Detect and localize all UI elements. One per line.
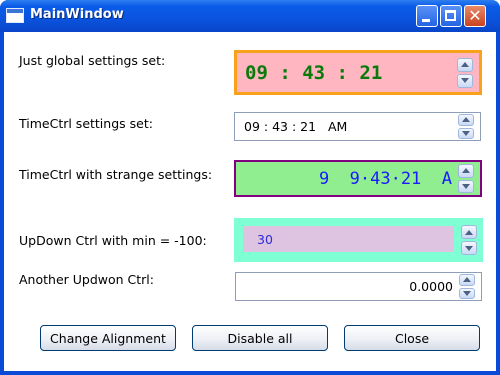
time-value[interactable]: 9 9·43·21 A — [319, 162, 452, 195]
maximize-icon — [445, 10, 456, 21]
window-content: Just global settings set: 09 : 43 : 21 T… — [4, 32, 496, 371]
main-window: MainWindow ✕ Just global settings set: 0… — [0, 0, 500, 375]
chevron-down-icon — [461, 78, 469, 83]
spin-down-button[interactable] — [457, 73, 473, 88]
minimize-icon — [422, 19, 430, 22]
minimize-button[interactable] — [416, 5, 438, 27]
spinner — [461, 224, 479, 256]
chevron-up-icon — [462, 168, 470, 174]
number-value[interactable]: 30 — [257, 226, 273, 252]
time-value[interactable]: 09 : 43 : 21 AM — [244, 113, 347, 140]
spin-down-button[interactable] — [458, 127, 474, 139]
spinner — [459, 274, 477, 299]
chevron-up-icon — [463, 277, 471, 283]
updown-ctrl-min[interactable]: 30 — [234, 218, 483, 262]
label-another-updown: Another Updwon Ctrl: — [19, 272, 154, 287]
updown-ctrl-another[interactable]: 0.0000 — [235, 272, 482, 301]
spin-down-button[interactable] — [461, 241, 477, 255]
spin-up-button[interactable] — [457, 57, 473, 72]
label-timectrl-settings: TimeCtrl settings set: — [19, 116, 153, 131]
window-icon — [6, 8, 24, 23]
spinner — [458, 164, 476, 193]
updown-input-area[interactable]: 30 — [243, 226, 454, 252]
chevron-up-icon — [462, 117, 470, 123]
spin-up-button[interactable] — [458, 164, 474, 178]
close-button[interactable]: Close — [344, 325, 480, 351]
time-value[interactable]: 09 : 43 : 21 — [245, 53, 382, 92]
label-updown-min: UpDown Ctrl with min = -100: — [19, 233, 207, 248]
chevron-down-icon — [462, 130, 470, 136]
chevron-down-icon — [465, 245, 473, 251]
spin-down-button[interactable] — [458, 179, 474, 193]
chevron-up-icon — [465, 229, 473, 235]
change-alignment-button[interactable]: Change Alignment — [40, 325, 176, 351]
time-ctrl-global[interactable]: 09 : 43 : 21 — [234, 50, 482, 95]
chevron-up-icon — [461, 62, 469, 67]
window-title: MainWindow — [30, 7, 124, 22]
spin-up-button[interactable] — [461, 225, 477, 239]
disable-all-button[interactable]: Disable all — [192, 325, 328, 351]
spin-up-button[interactable] — [459, 274, 475, 286]
label-global-settings: Just global settings set: — [19, 53, 166, 68]
chevron-down-icon — [462, 183, 470, 189]
spinner — [457, 57, 475, 88]
spinner — [458, 114, 476, 139]
label-strange-settings: TimeCtrl with strange settings: — [19, 167, 213, 182]
close-icon: ✕ — [468, 6, 482, 25]
number-value[interactable]: 0.0000 — [409, 273, 453, 300]
time-ctrl-strange[interactable]: 9 9·43·21 A — [234, 160, 482, 197]
title-bar[interactable]: MainWindow ✕ — [0, 0, 500, 32]
chevron-down-icon — [463, 290, 471, 296]
spin-down-button[interactable] — [459, 287, 475, 299]
maximize-button[interactable] — [440, 5, 462, 27]
close-window-button[interactable]: ✕ — [464, 5, 486, 27]
spin-up-button[interactable] — [458, 114, 474, 126]
time-ctrl-settings[interactable]: 09 : 43 : 21 AM — [234, 112, 481, 141]
